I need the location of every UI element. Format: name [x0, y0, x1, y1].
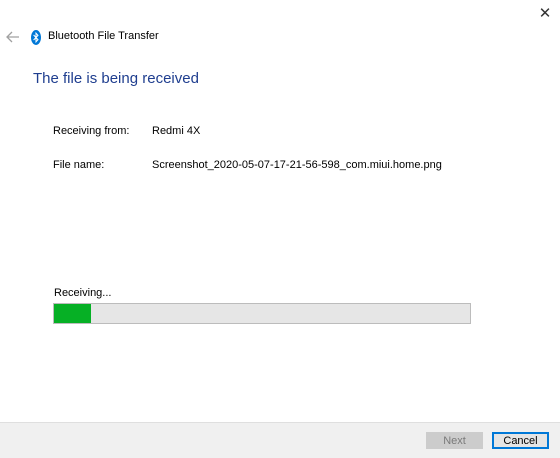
- progress-label: Receiving...: [54, 287, 112, 299]
- close-icon: ✕: [538, 5, 552, 22]
- bluetooth-file-transfer-window: ✕ Bluetooth File Transfer The file is be…: [0, 0, 560, 458]
- next-button[interactable]: Next: [426, 432, 483, 449]
- progress-bar: [53, 303, 471, 324]
- bluetooth-icon: [31, 30, 41, 45]
- page-title: The file is being received: [33, 70, 199, 87]
- receiving-from-value: Redmi 4X: [152, 125, 201, 137]
- cancel-button[interactable]: Cancel: [492, 432, 549, 449]
- footer-bar: Next Cancel: [0, 422, 560, 458]
- window-title: Bluetooth File Transfer: [48, 30, 159, 42]
- file-name-label: File name:: [53, 159, 105, 171]
- file-name-value: Screenshot_2020-05-07-17-21-56-598_com.m…: [152, 159, 442, 171]
- progress-bar-fill: [54, 304, 92, 323]
- back-button[interactable]: [4, 28, 22, 46]
- close-button[interactable]: ✕: [532, 2, 558, 24]
- receiving-from-label: Receiving from:: [53, 125, 130, 137]
- back-arrow-icon: [6, 31, 19, 43]
